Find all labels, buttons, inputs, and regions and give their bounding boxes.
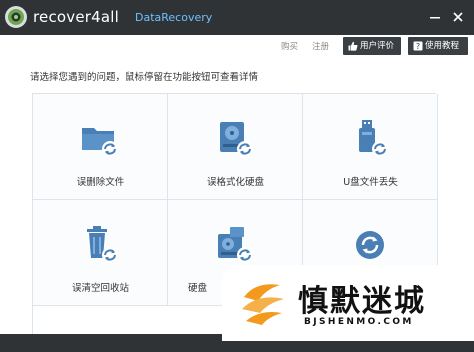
- option-deleted-files[interactable]: 误删除文件: [33, 94, 168, 200]
- disk-recover-icon: [218, 227, 253, 263]
- recycle-bin-recover-icon: [87, 226, 118, 263]
- svg-text:?: ?: [416, 42, 420, 51]
- watermark-title: 慎默迷城: [298, 284, 426, 319]
- minimize-button[interactable]: [426, 8, 444, 26]
- option-label: 误删除文件: [76, 177, 125, 188]
- refresh-icon: [356, 231, 384, 259]
- watermark-logo-icon: [242, 284, 284, 325]
- user-review-label: 用户评价: [360, 41, 395, 51]
- app-name: recover4all: [33, 8, 120, 26]
- option-label: 误格式化硬盘: [206, 177, 264, 188]
- title-bar: recover4all DataRecovery: [0, 0, 474, 35]
- buy-link[interactable]: 购买: [281, 40, 298, 52]
- minimize-icon: [430, 17, 440, 19]
- option-formatted-drive[interactable]: 误格式化硬盘: [168, 94, 303, 200]
- close-icon: [453, 12, 463, 22]
- option-label: U盘文件丢失: [343, 177, 398, 188]
- folder-recover-icon: [82, 128, 118, 157]
- watermark-domain: BJSHENMO.COM: [304, 317, 414, 327]
- tutorial-button[interactable]: ? 使用教程: [408, 37, 468, 55]
- instruction-text: 请选择您遇到的问题，鼠标停留在功能按钮可查看详情: [30, 72, 259, 83]
- watermark-overlay: 慎默迷城 BJSHENMO.COM: [222, 265, 474, 341]
- hard-drive-recover-icon: [220, 122, 253, 157]
- option-usb-lost-files[interactable]: U盘文件丢失: [303, 94, 438, 200]
- top-toolbar: 购买 注册 用户评价 ? 使用教程: [0, 35, 474, 57]
- close-button[interactable]: [449, 8, 467, 26]
- thumbs-up-icon: [348, 41, 358, 51]
- usb-drive-recover-icon: [359, 120, 388, 157]
- app-logo-icon: [5, 6, 27, 28]
- user-review-button[interactable]: 用户评价: [343, 37, 401, 55]
- app-subtitle: DataRecovery: [135, 11, 213, 24]
- register-link[interactable]: 注册: [312, 40, 329, 52]
- help-book-icon: ?: [413, 41, 423, 51]
- tutorial-label: 使用教程: [425, 41, 460, 51]
